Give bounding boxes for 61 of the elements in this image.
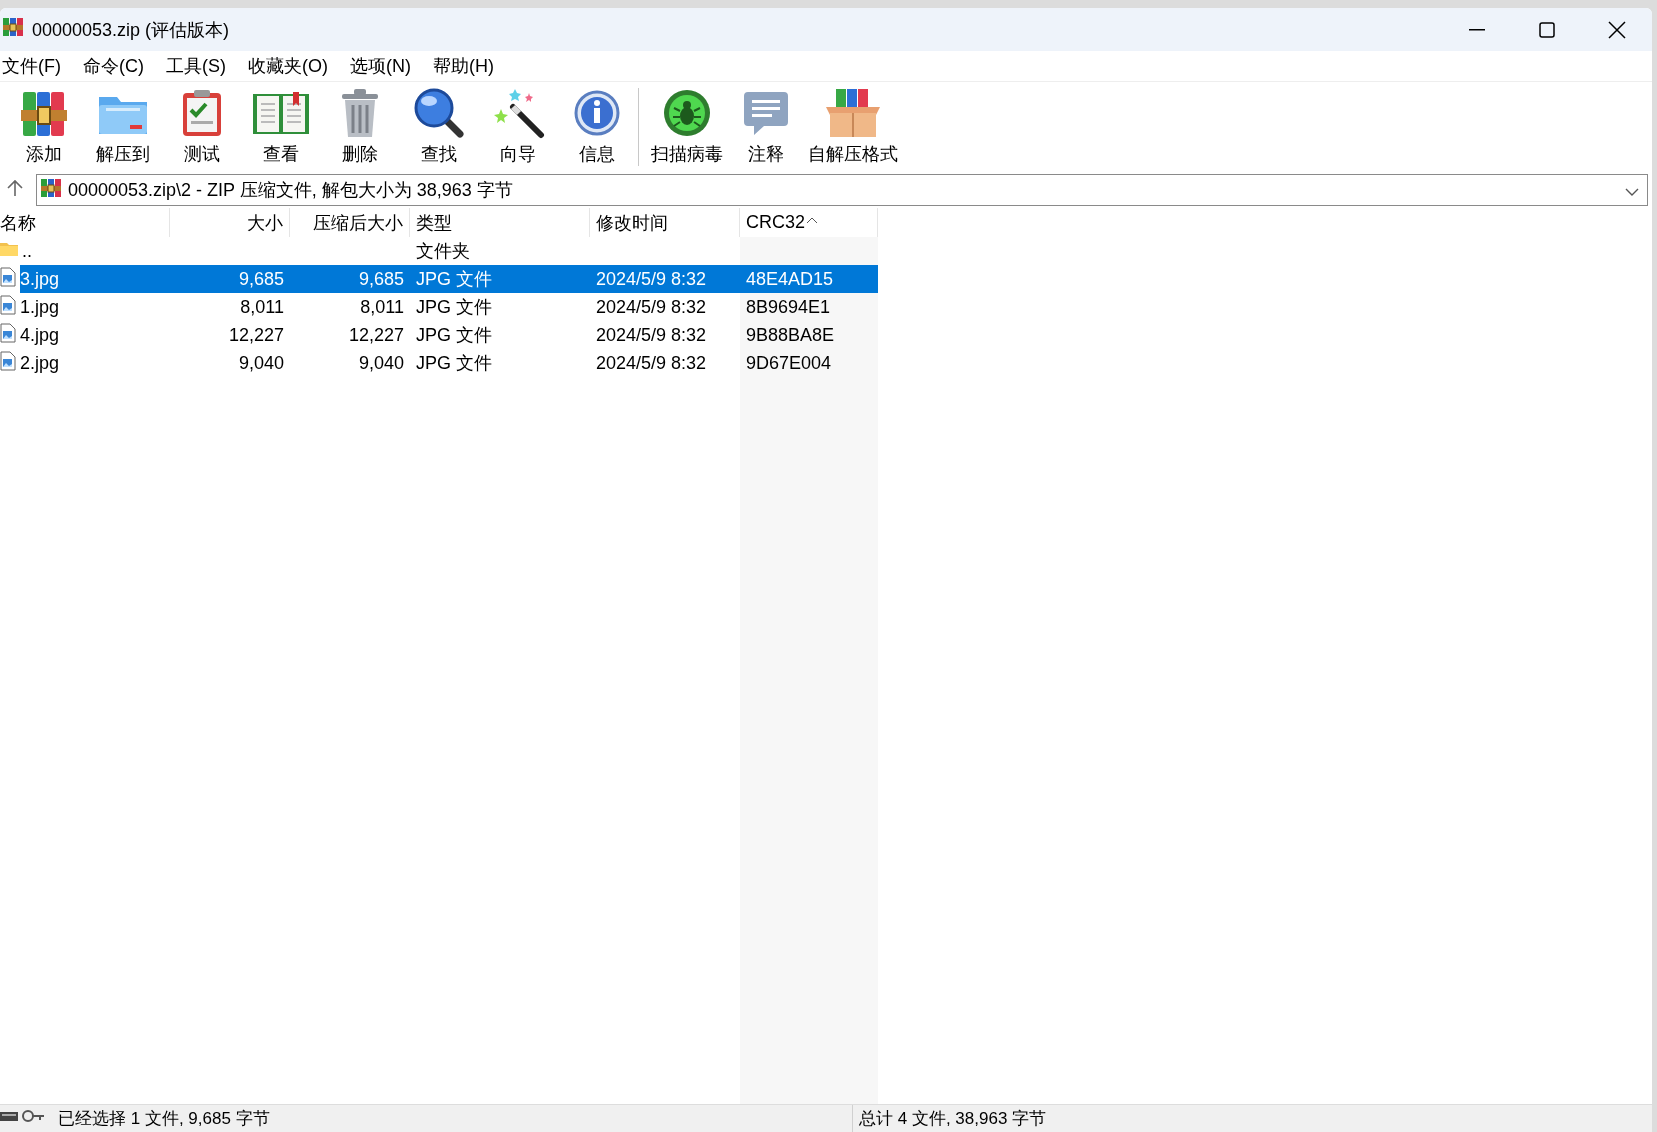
- file-name: 3.jpg: [20, 268, 60, 290]
- total-status: 总计 4 文件, 38,963 字节: [858, 1108, 1047, 1130]
- table-cell-text: 9D67E004: [745, 352, 833, 374]
- menu-item[interactable]: 选项(N): [348, 54, 422, 78]
- table-cell-text: 文件夹: [415, 240, 471, 263]
- close-icon: [1608, 20, 1626, 39]
- table-cell-text: JPG 文件: [415, 268, 493, 291]
- file-name: ..: [22, 240, 32, 262]
- keyboard-key-icon: [0, 1108, 46, 1124]
- file-name: 4.jpg: [20, 324, 60, 346]
- search-icon: [412, 87, 465, 139]
- menu-item[interactable]: 文件(F): [0, 54, 72, 78]
- table-cell-text: 9,040: [357, 352, 405, 374]
- table-cell-text: 2024/5/9 8:32: [595, 324, 708, 346]
- toolbar-button[interactable]: 添加: [4, 82, 83, 172]
- table-cell-text: 9,685: [357, 268, 405, 290]
- table-cell-text: 12,227: [227, 324, 285, 346]
- toolbar-button[interactable]: 查看: [241, 82, 320, 172]
- table-cell-text: 2024/5/9 8:32: [595, 268, 708, 290]
- menu-item[interactable]: 命令(C): [81, 54, 155, 78]
- sort-caret-icon: [806, 217, 818, 224]
- toolbar-button[interactable]: 删除: [320, 82, 399, 172]
- toolbar-button[interactable]: 注释: [726, 82, 805, 172]
- toolbar-button[interactable]: 解压到: [83, 82, 162, 172]
- window-title: 00000053.zip (评估版本): [32, 18, 231, 42]
- menu-item[interactable]: 收藏夹(O): [246, 54, 339, 78]
- file-name: 2.jpg: [20, 352, 60, 374]
- table-cell-text: 9B88BA8E: [745, 324, 836, 346]
- toolbar-button[interactable]: 查找: [399, 82, 478, 172]
- info-icon: [572, 89, 621, 137]
- table-cell-text: 8,011: [239, 296, 285, 318]
- table-cell-text: 12,227: [347, 324, 405, 346]
- toolbar-button[interactable]: 向导: [478, 82, 557, 172]
- selected-row[interactable]: 3.jpg 9,685 9,685 JPG 文件 2024/5/9 8:32 48E4AD15: [0, 265, 878, 293]
- table-cell-text: 48E4AD15: [745, 268, 835, 290]
- selection-status: 已经选择 1 文件, 9,685 字节: [58, 1108, 270, 1130]
- table-cell-text: JPG 文件: [415, 296, 493, 319]
- toolbar-button[interactable]: 测试: [162, 82, 241, 172]
- table-cell-text: 9,685: [237, 268, 285, 290]
- table-cell-text: 8B9694E1: [745, 296, 832, 318]
- archive-icon: [2, 16, 24, 38]
- table-cell-text: 2024/5/9 8:32: [595, 296, 708, 318]
- file-name: 1.jpg: [20, 296, 60, 318]
- up-arrow-icon[interactable]: [6, 178, 24, 197]
- table-cell-text: 8,011: [359, 296, 405, 318]
- menu-item[interactable]: 工具(S): [164, 54, 237, 78]
- table-cell-text: 9,040: [237, 352, 285, 374]
- table-cell-text: JPG 文件: [415, 352, 493, 375]
- chevron-down-icon[interactable]: [1625, 187, 1639, 196]
- table-cell-text: JPG 文件: [415, 324, 493, 347]
- maximize-icon: [1539, 21, 1555, 38]
- table-cell-text: 2024/5/9 8:32: [595, 352, 708, 374]
- column-header[interactable]: 名称: [0, 208, 170, 237]
- toolbar-button[interactable]: 扫描病毒: [647, 82, 726, 172]
- folder-icon: [0, 240, 18, 257]
- toolbar-button[interactable]: 信息: [557, 82, 636, 172]
- minimize-icon: [1469, 28, 1485, 31]
- menu-item[interactable]: 帮助(H): [431, 54, 505, 78]
- archive-icon: [40, 176, 62, 199]
- toolbar-button[interactable]: 自解压格式: [805, 82, 901, 172]
- address-field[interactable]: 00000053.zip\2 - ZIP 压缩文件, 解包大小为 38,963 字节: [36, 174, 1648, 206]
